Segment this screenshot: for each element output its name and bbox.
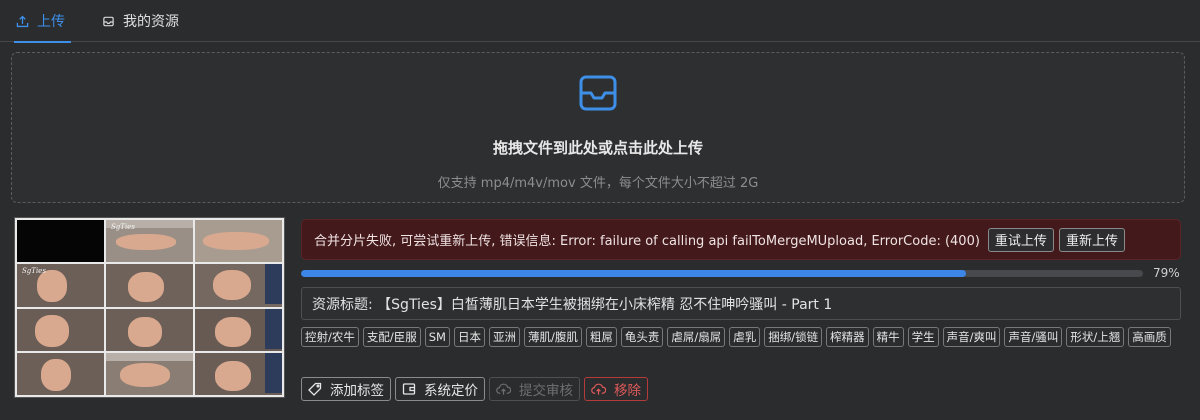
system-pricing-label: 系统定价 xyxy=(424,383,478,399)
thumbnail-frame xyxy=(17,220,104,263)
thumbnail-frame: SgTies xyxy=(17,264,104,307)
thumbnail-frame xyxy=(106,352,193,395)
thumbnail-frame xyxy=(195,264,282,307)
tag-chip[interactable]: 亚洲 xyxy=(488,327,520,347)
tag-chip[interactable]: 龟头责 xyxy=(620,327,664,347)
wallet-icon xyxy=(402,382,416,396)
upload-progress-fill xyxy=(301,270,967,277)
thumbnail-frame xyxy=(195,220,282,263)
add-tag-label: 添加标签 xyxy=(330,383,384,399)
cloud-upload-icon xyxy=(496,382,511,396)
tag-chip[interactable]: 虐屌/扇屌 xyxy=(667,327,726,347)
upload-dropzone[interactable]: 拖拽文件到此处或点击此处上传 仅支持 mp4/m4v/mov 文件，每个文件大小… xyxy=(11,52,1185,203)
tab-my-resources-label: 我的资源 xyxy=(123,14,179,30)
tag-chip[interactable]: 粗屌 xyxy=(585,327,617,347)
resource-title-text: 资源标题: 【SgTies】白皙薄肌日本学生被捆绑在小床榨精 忍不住呻吟骚叫 -… xyxy=(312,296,833,313)
cloud-upload-icon xyxy=(591,382,606,396)
tag-icon xyxy=(308,382,322,396)
tag-chip[interactable]: 声音/爽叫 xyxy=(942,327,1001,347)
inbox-icon xyxy=(578,73,618,117)
error-alert: 合并分片失败, 可尝试重新上传, 错误信息: Error: failure of… xyxy=(301,219,1181,260)
inbox-icon xyxy=(102,15,115,28)
submit-review-label: 提交审核 xyxy=(519,383,573,399)
video-thumbnail: SgTies SgTies xyxy=(14,217,285,398)
tab-upload[interactable]: 上传 xyxy=(14,0,71,43)
remove-button[interactable]: 移除 xyxy=(584,377,648,401)
upload-icon xyxy=(16,15,29,28)
thumbnail-frame xyxy=(106,308,193,351)
tag-chip[interactable]: 精牛 xyxy=(872,327,904,347)
resource-title-field[interactable]: 资源标题: 【SgTies】白皙薄肌日本学生被捆绑在小床榨精 忍不住呻吟骚叫 -… xyxy=(301,287,1181,320)
tag-chip[interactable]: 控射/农牛 xyxy=(301,327,359,347)
reupload-button[interactable]: 重新上传 xyxy=(1058,227,1125,252)
tag-chip[interactable]: 虐乳 xyxy=(729,327,761,347)
tag-chip[interactable]: 捆绑/锁链 xyxy=(764,327,823,347)
add-tag-button[interactable]: 添加标签 xyxy=(301,377,391,401)
tag-chip[interactable]: 高画质 xyxy=(1128,327,1171,347)
submit-review-button[interactable]: 提交审核 xyxy=(489,377,580,401)
tab-upload-label: 上传 xyxy=(37,14,65,30)
tag-chip[interactable]: 日本 xyxy=(453,327,485,347)
upload-progress-percent: 79% xyxy=(1153,266,1180,280)
thumbnail-frame xyxy=(195,352,282,395)
tag-chip[interactable]: 声音/骚叫 xyxy=(1004,327,1063,347)
error-message: 合并分片失败, 可尝试重新上传, 错误信息: Error: failure of… xyxy=(314,234,980,249)
tag-chip[interactable]: 支配/臣服 xyxy=(362,327,421,347)
tag-chip[interactable]: 形状/上翘 xyxy=(1066,327,1125,347)
system-pricing-button[interactable]: 系统定价 xyxy=(395,377,485,401)
thumbnail-frame: SgTies xyxy=(106,220,193,263)
retry-upload-button[interactable]: 重试上传 xyxy=(987,227,1054,252)
upload-progress-bar xyxy=(301,270,1143,277)
dropzone-title: 拖拽文件到此处或点击此处上传 xyxy=(492,139,703,157)
thumbnail-frame xyxy=(17,308,104,351)
tag-chip[interactable]: 薄肌/腹肌 xyxy=(523,327,582,347)
remove-label: 移除 xyxy=(614,383,641,399)
tag-list: 控射/农牛 支配/臣服 SM 日本 亚洲 薄肌/腹肌 粗屌 龟头责 虐屌/扇屌 虐乳 捆绑/锁链 榨精… xyxy=(301,327,1181,347)
tag-chip[interactable]: SM xyxy=(424,327,450,347)
thumbnail-frame xyxy=(195,308,282,351)
thumbnail-frame xyxy=(17,352,104,395)
watermark-text: SgTies xyxy=(111,223,135,231)
thumbnail-frame xyxy=(106,264,193,307)
tab-my-resources[interactable]: 我的资源 xyxy=(102,0,179,42)
dropzone-hint: 仅支持 mp4/m4v/mov 文件，每个文件大小不超过 2G xyxy=(437,176,759,191)
tag-chip[interactable]: 学生 xyxy=(907,327,939,347)
tag-chip[interactable]: 榨精器 xyxy=(826,327,869,347)
watermark-text: SgTies xyxy=(22,267,46,276)
action-bar: 添加标签 系统定价 提交审核 移除 xyxy=(301,377,648,401)
tab-bar: 上传 我的资源 xyxy=(0,0,1200,43)
